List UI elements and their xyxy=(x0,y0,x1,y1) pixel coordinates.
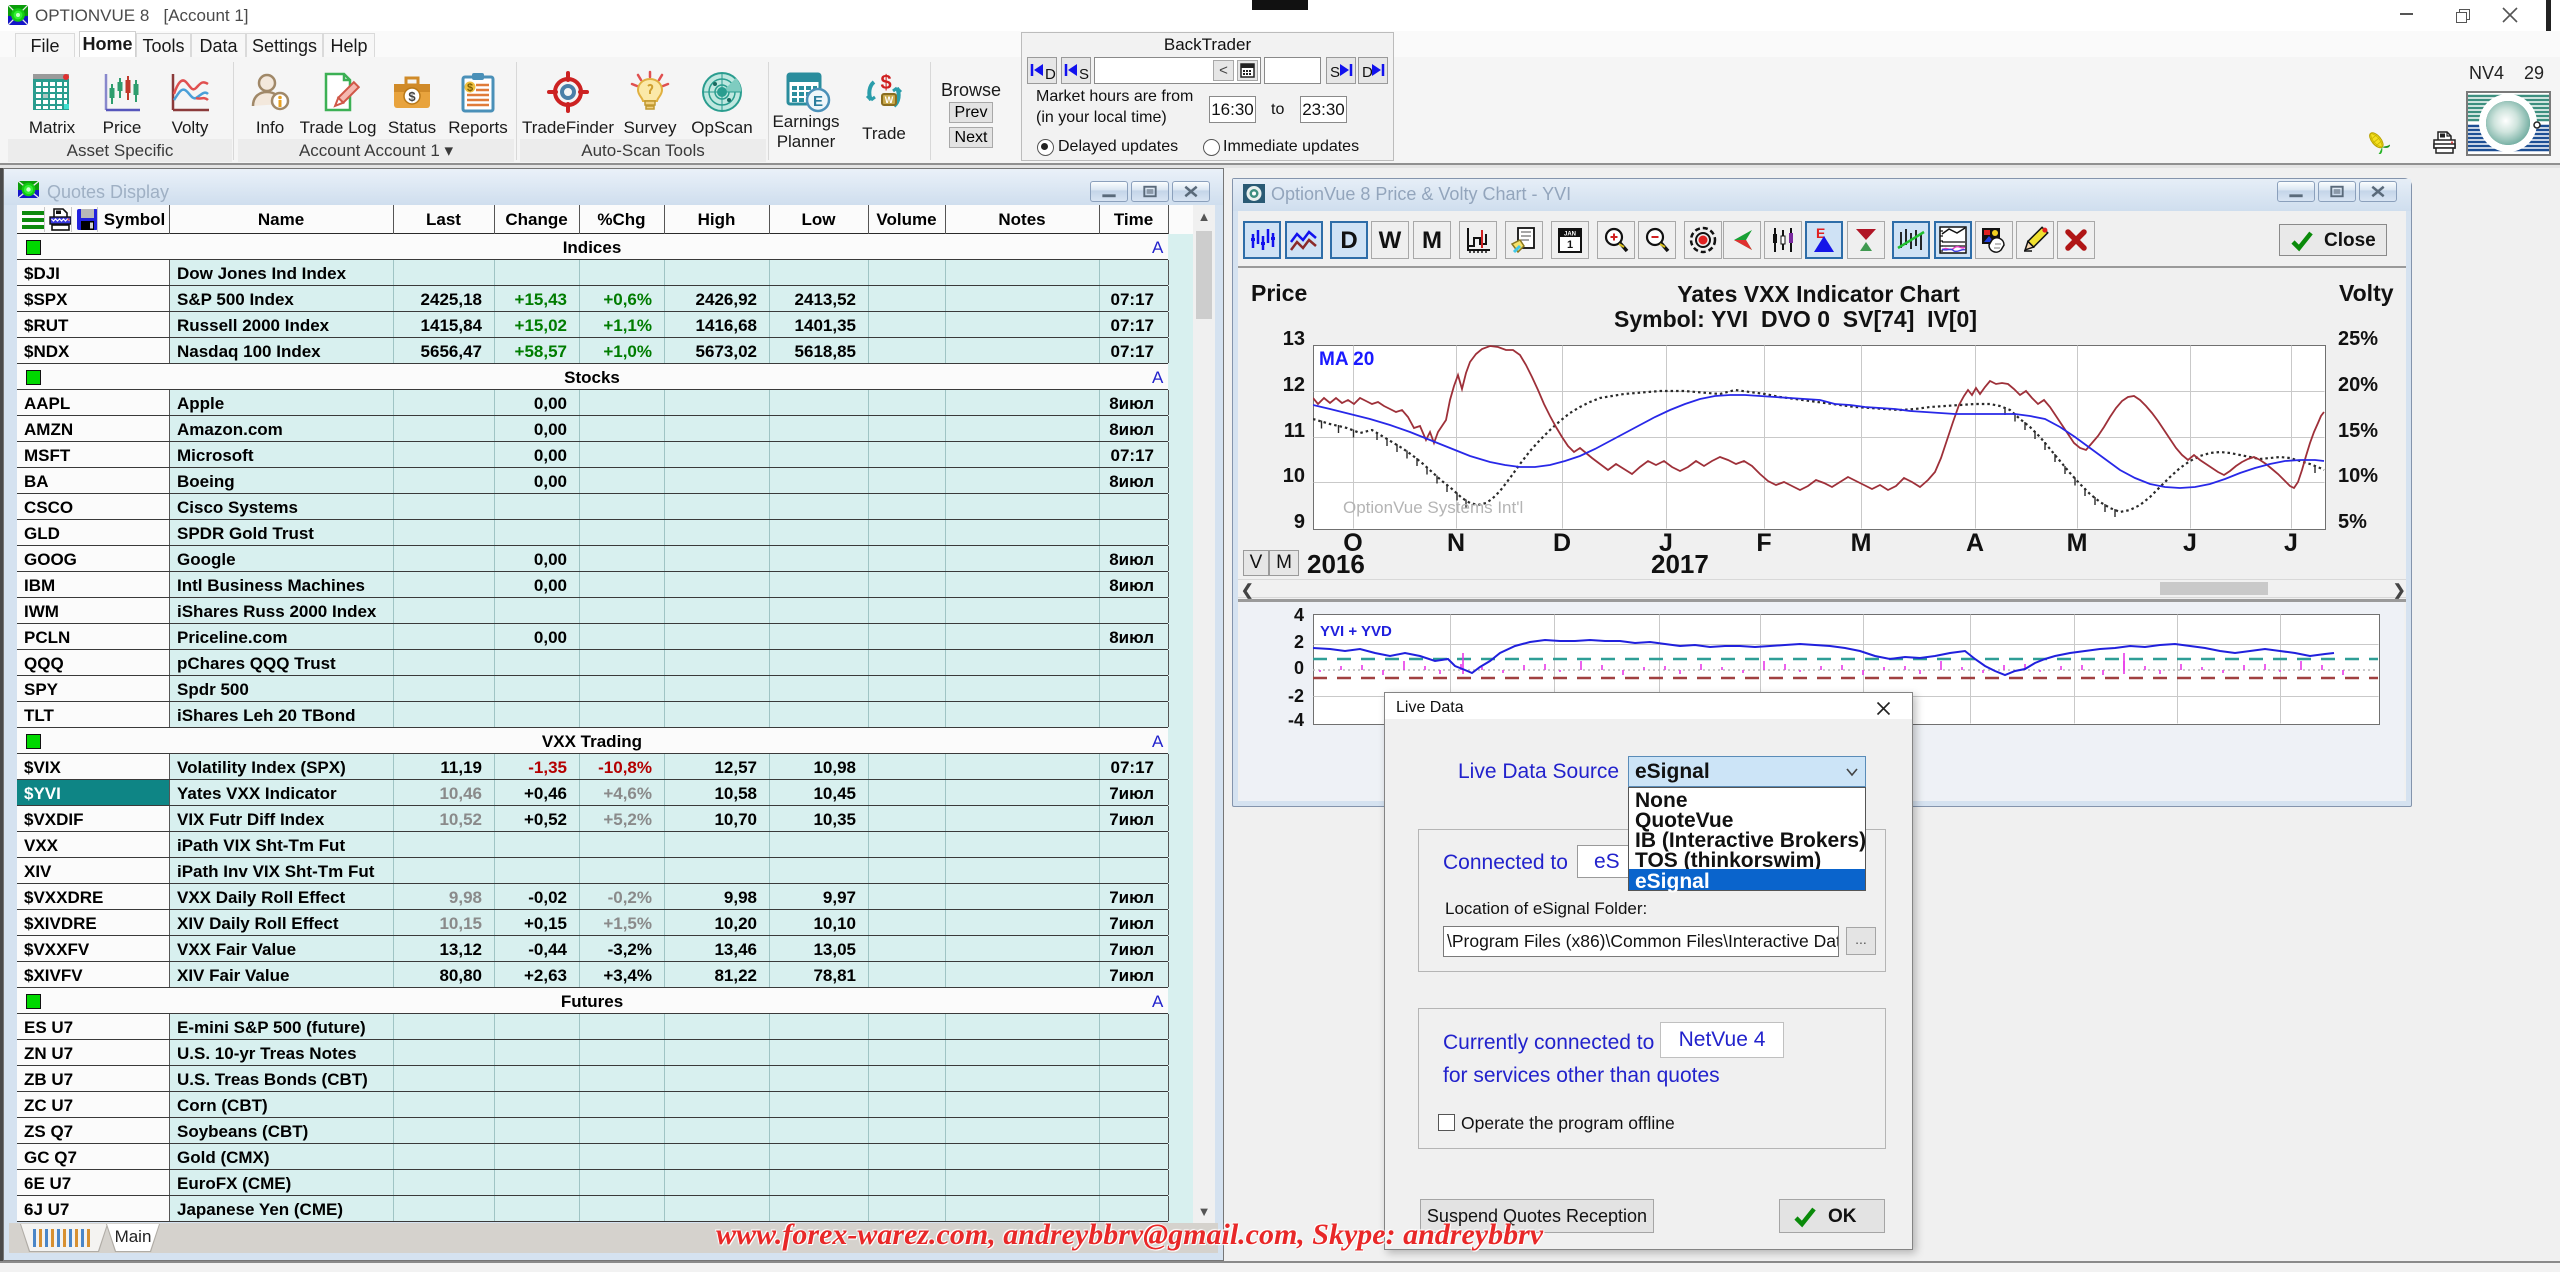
svg-text:1: 1 xyxy=(1567,239,1573,251)
svg-text:M: M xyxy=(1422,227,1442,254)
svg-text:E: E xyxy=(813,93,823,110)
svg-text:D: D xyxy=(1340,227,1357,254)
svg-text:W: W xyxy=(1379,227,1402,254)
svg-text:$: $ xyxy=(408,89,416,104)
svg-text:W: W xyxy=(885,95,894,105)
svg-text:$: $ xyxy=(467,82,473,94)
svg-text:$: $ xyxy=(880,72,891,94)
svg-text:JAN: JAN xyxy=(1564,232,1576,238)
